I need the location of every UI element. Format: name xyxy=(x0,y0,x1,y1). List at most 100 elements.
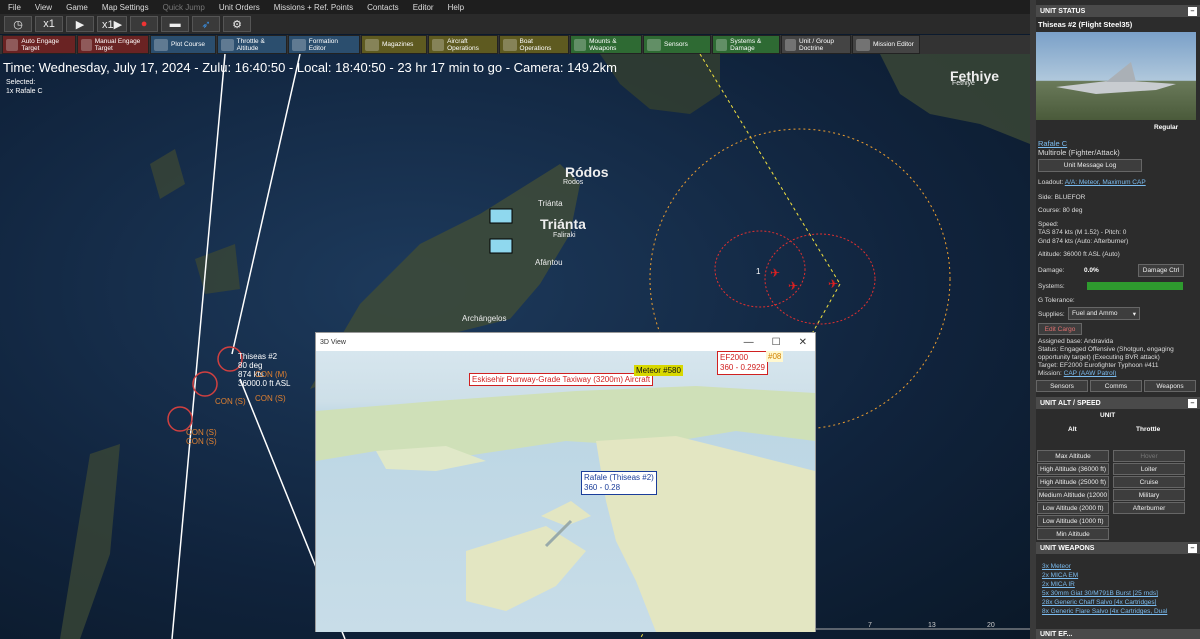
collapse-icon[interactable]: – xyxy=(1188,398,1197,408)
airport-label: Eskisehir Runway-Grade Taxiway (3200m) A… xyxy=(469,373,654,386)
systems-health-bar xyxy=(1087,282,1183,290)
afterburner-button[interactable]: Afterburner xyxy=(1113,502,1185,514)
terrain-islet xyxy=(541,501,591,526)
menu-contacts[interactable]: Contacts xyxy=(367,3,399,12)
min-altitude-button[interactable]: Min Altitude xyxy=(1037,528,1109,540)
menu-help[interactable]: Help xyxy=(448,3,464,12)
gear-icon[interactable]: ⚙ xyxy=(223,16,252,32)
weapon-item[interactable]: 3x Meteor xyxy=(1042,563,1071,570)
weapon-item[interactable]: 5x 30mm Giat 30/M791B Burst [25 rnds] xyxy=(1042,590,1158,597)
weapon-item[interactable]: 2x MICA EM xyxy=(1042,572,1078,579)
menu-quick-jump[interactable]: Quick Jump xyxy=(163,3,205,12)
hostile-aircraft-icon[interactable]: ✈ xyxy=(828,277,838,291)
tab-sensors[interactable]: Sensors xyxy=(1036,380,1088,392)
unit-status-header[interactable]: UNIT STATUS – xyxy=(1036,5,1200,17)
sensors-button[interactable]: Sensors xyxy=(643,35,711,54)
systems-damage-button[interactable]: Systems & Damage xyxy=(712,35,780,54)
aircraft-operations-button[interactable]: Aircraft Operations xyxy=(428,35,498,54)
view3d-window[interactable]: 3D View — ☐ ✕ Eskisehir Runway-Grade Tax… xyxy=(315,332,816,632)
medium-altitude-button[interactable]: Medium Altitude (12000 xyxy=(1037,489,1109,501)
manual-engage-button[interactable]: Manual Engage Target xyxy=(77,35,149,54)
menu-file[interactable]: File xyxy=(8,3,21,12)
close-icon[interactable]: ✕ xyxy=(799,337,807,348)
unit-ef-header[interactable]: UNIT EF... xyxy=(1036,629,1200,639)
unit-class-link[interactable]: Rafale C xyxy=(1038,139,1067,148)
hover-button[interactable]: Hover xyxy=(1113,450,1185,462)
high-altitude-36000-button[interactable]: High Altitude (36000 ft) xyxy=(1037,463,1109,475)
loiter-button[interactable]: Loiter xyxy=(1113,463,1185,475)
missile-track xyxy=(699,54,841,285)
step-button[interactable]: x1▶ xyxy=(97,16,128,32)
tab-comms[interactable]: Comms xyxy=(1090,380,1142,392)
view3d-scene[interactable]: Eskisehir Runway-Grade Taxiway (3200m) A… xyxy=(316,351,815,632)
tab-weapons[interactable]: Weapons xyxy=(1144,380,1196,392)
alt-speed-header[interactable]: UNIT ALT / SPEED – xyxy=(1036,397,1200,409)
menu-view[interactable]: View xyxy=(35,3,52,12)
loadout-link[interactable]: A/A: Meteor, Maximum CAP xyxy=(1065,179,1146,186)
collapse-icon[interactable]: – xyxy=(1188,543,1197,553)
maximize-icon[interactable]: ☐ xyxy=(772,337,781,348)
minimize-icon[interactable]: — xyxy=(744,337,754,348)
military-button[interactable]: Military xyxy=(1113,489,1185,501)
con-label: CON (M) xyxy=(255,370,287,379)
course-line xyxy=(171,54,226,639)
weapon-item[interactable]: 2x MICA IR xyxy=(1042,581,1075,588)
con-label: CON (S) xyxy=(186,428,217,437)
alt-column-label: Alt xyxy=(1068,426,1077,433)
airbase-icon[interactable] xyxy=(489,208,513,224)
ship-icon[interactable]: ▬ xyxy=(161,16,190,32)
record-icon[interactable]: ● xyxy=(130,16,159,32)
mission-link[interactable]: CAP (AAW Patrol) xyxy=(1064,370,1117,377)
message-log-button[interactable]: Unit Message Log xyxy=(1038,159,1142,172)
unit-weapons-header[interactable]: UNIT WEAPONS – xyxy=(1036,542,1200,554)
menu-editor[interactable]: Editor xyxy=(413,3,434,12)
formation-editor-button[interactable]: Formation Editor xyxy=(288,35,360,54)
gear-icon xyxy=(716,38,728,51)
play-icon[interactable]: ▶ xyxy=(66,16,94,32)
low-altitude-2000-button[interactable]: Low Altitude (2000 ft) xyxy=(1037,502,1109,514)
supplies-label: Supplies: xyxy=(1038,311,1065,318)
speed-label: Speed: xyxy=(1038,221,1059,228)
max-altitude-button[interactable]: Max Altitude xyxy=(1037,450,1109,462)
plot-course-button[interactable]: Plot Course xyxy=(150,35,216,54)
plane-icon[interactable]: ➶ xyxy=(192,16,221,32)
mounts-weapons-button[interactable]: Mounts & Weapons xyxy=(570,35,642,54)
terrain-graphics xyxy=(316,386,815,632)
collapse-icon[interactable]: – xyxy=(1188,6,1197,16)
weapon-item[interactable]: 8x Generic Flare Salvo [4x Cartridges, D… xyxy=(1042,608,1167,615)
clock-icon[interactable]: ◷ xyxy=(4,16,32,32)
weapon-item[interactable]: 28x Generic Chaff Salvo [4x Cartridges] xyxy=(1042,599,1156,606)
menu-bar: File View Game Map Settings Quick Jump U… xyxy=(0,0,1030,14)
menu-map-settings[interactable]: Map Settings xyxy=(102,3,149,12)
scale-label: 13 xyxy=(928,622,936,629)
boat-operations-button[interactable]: Boat Operations xyxy=(499,35,569,54)
mission-editor-button[interactable]: Mission Editor xyxy=(852,35,920,54)
menu-game[interactable]: Game xyxy=(66,3,88,12)
supplies-select[interactable]: Fuel and Ammo ▾ xyxy=(1068,307,1140,320)
view3d-titlebar[interactable]: 3D View — ☐ ✕ xyxy=(316,333,815,351)
meteor-label: Meteor #580 xyxy=(634,365,683,376)
time-compression-button[interactable]: x1 xyxy=(35,16,63,32)
tactical-map[interactable]: ✈ ✈ ✈ Time: Wednesday, July 17, 2024 - Z… xyxy=(0,54,1030,639)
damage-control-button[interactable]: Damage Ctrl xyxy=(1138,264,1184,277)
throttle-altitude-button[interactable]: Throttle & Altitude xyxy=(217,35,287,54)
magazines-button[interactable]: Magazines xyxy=(361,35,427,54)
auto-engage-button[interactable]: Auto Engage Target xyxy=(2,35,76,54)
doctrine-button[interactable]: Unit / Group Doctrine xyxy=(781,35,851,54)
menu-unit-orders[interactable]: Unit Orders xyxy=(219,3,260,12)
low-altitude-1000-button[interactable]: Low Altitude (1000 ft) xyxy=(1037,515,1109,527)
airbase-icon[interactable] xyxy=(489,238,513,254)
cruise-button[interactable]: Cruise xyxy=(1113,476,1185,488)
place-trianta: Triánta xyxy=(540,216,586,232)
hostile-aircraft-icon[interactable]: ✈ xyxy=(770,266,780,280)
con-label: CON (S) xyxy=(186,437,217,446)
terrain-far xyxy=(316,386,815,461)
hostile-aircraft-icon[interactable]: ✈ xyxy=(788,279,798,293)
friendly-unit-ring xyxy=(192,371,218,397)
unit-role: Multirole (Fighter/Attack) xyxy=(1038,148,1120,157)
proficiency: Regular xyxy=(1154,124,1179,131)
chevron-down-icon: ▾ xyxy=(1132,310,1136,318)
high-altitude-25000-button[interactable]: High Altitude (25000 ft) xyxy=(1037,476,1109,488)
edit-cargo-button[interactable]: Edit Cargo xyxy=(1038,323,1082,335)
menu-missions[interactable]: Missions + Ref. Points xyxy=(274,3,353,12)
